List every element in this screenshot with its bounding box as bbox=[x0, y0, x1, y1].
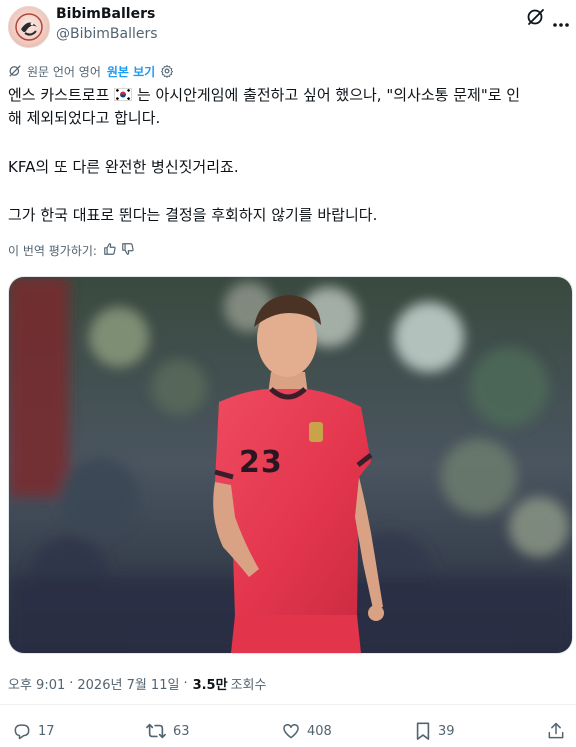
repost-icon bbox=[145, 721, 167, 741]
settings-icon[interactable] bbox=[160, 64, 174, 78]
thumbs-up-icon[interactable] bbox=[97, 242, 117, 259]
tweet-time[interactable]: 오후 9:01 bbox=[8, 674, 65, 693]
translation-notice: 원문 언어 영어 원본 보기 bbox=[8, 62, 174, 80]
tweet-text-line: 엔스 카스트로프 는 아시안게임에 출전하고 싶어 했으나, "의사소통 문제"… bbox=[8, 84, 520, 106]
avatar[interactable] bbox=[8, 6, 50, 48]
tweet-photo[interactable]: 23 bbox=[8, 276, 573, 654]
grok-translate-icon bbox=[8, 64, 22, 78]
show-original-link[interactable]: 원본 보기 bbox=[107, 63, 155, 80]
tweet-text-line: KFA의 또 다른 완전한 병신짓거리죠. bbox=[8, 158, 239, 176]
bookmark-icon bbox=[414, 721, 432, 741]
tweet-text-segment: 엔스 카스트로프 bbox=[8, 86, 110, 104]
views-count: 3.5만 bbox=[192, 678, 228, 693]
author-name[interactable]: BibimBallers bbox=[56, 6, 155, 22]
share-button[interactable] bbox=[546, 720, 566, 742]
tweet-text-line: 해 제외되었다고 합니다. bbox=[8, 109, 161, 127]
meta-separator: · bbox=[69, 676, 74, 691]
meta-separator: · bbox=[183, 676, 188, 691]
tweet-text-segment: 는 아시안게임에 출전하고 싶어 했으나, "의사소통 문제"로 인 bbox=[136, 86, 521, 104]
tweet-meta: 오후 9:01 · 2026년 7월 11일 · 3.5만 조회수 bbox=[8, 674, 266, 693]
grok-icon[interactable] bbox=[526, 7, 546, 27]
translation-language-text: 원문 언어 영어 bbox=[27, 64, 101, 79]
rate-translation-label: 이 번역 평가하기: bbox=[8, 244, 97, 258]
views-label: 조회수 bbox=[230, 678, 267, 693]
heart-icon bbox=[281, 721, 301, 741]
author-handle[interactable]: @BibimBallers bbox=[56, 26, 158, 42]
repost-count: 63 bbox=[173, 723, 190, 739]
bookmark-count: 39 bbox=[438, 723, 455, 739]
like-count: 408 bbox=[307, 723, 332, 739]
like-button[interactable]: 408 bbox=[281, 720, 332, 742]
more-options-icon[interactable] bbox=[552, 13, 570, 27]
share-icon bbox=[546, 721, 566, 741]
reply-button[interactable]: 17 bbox=[12, 720, 55, 742]
divider bbox=[0, 704, 576, 705]
thumbs-down-icon[interactable] bbox=[117, 242, 135, 259]
tweet-date[interactable]: 2026년 7월 11일 bbox=[77, 674, 179, 693]
reply-count: 17 bbox=[38, 723, 55, 739]
south-korea-flag-icon bbox=[114, 85, 133, 101]
reply-icon bbox=[12, 721, 32, 741]
repost-button[interactable]: 63 bbox=[145, 720, 190, 742]
rate-translation: 이 번역 평가하기: bbox=[8, 242, 135, 259]
bookmark-button[interactable]: 39 bbox=[414, 720, 455, 742]
jersey-number: 23 bbox=[239, 445, 283, 480]
tweet-text-line: 그가 한국 대표로 뛴다는 결정을 후회하지 않기를 바랍니다. bbox=[8, 206, 378, 224]
